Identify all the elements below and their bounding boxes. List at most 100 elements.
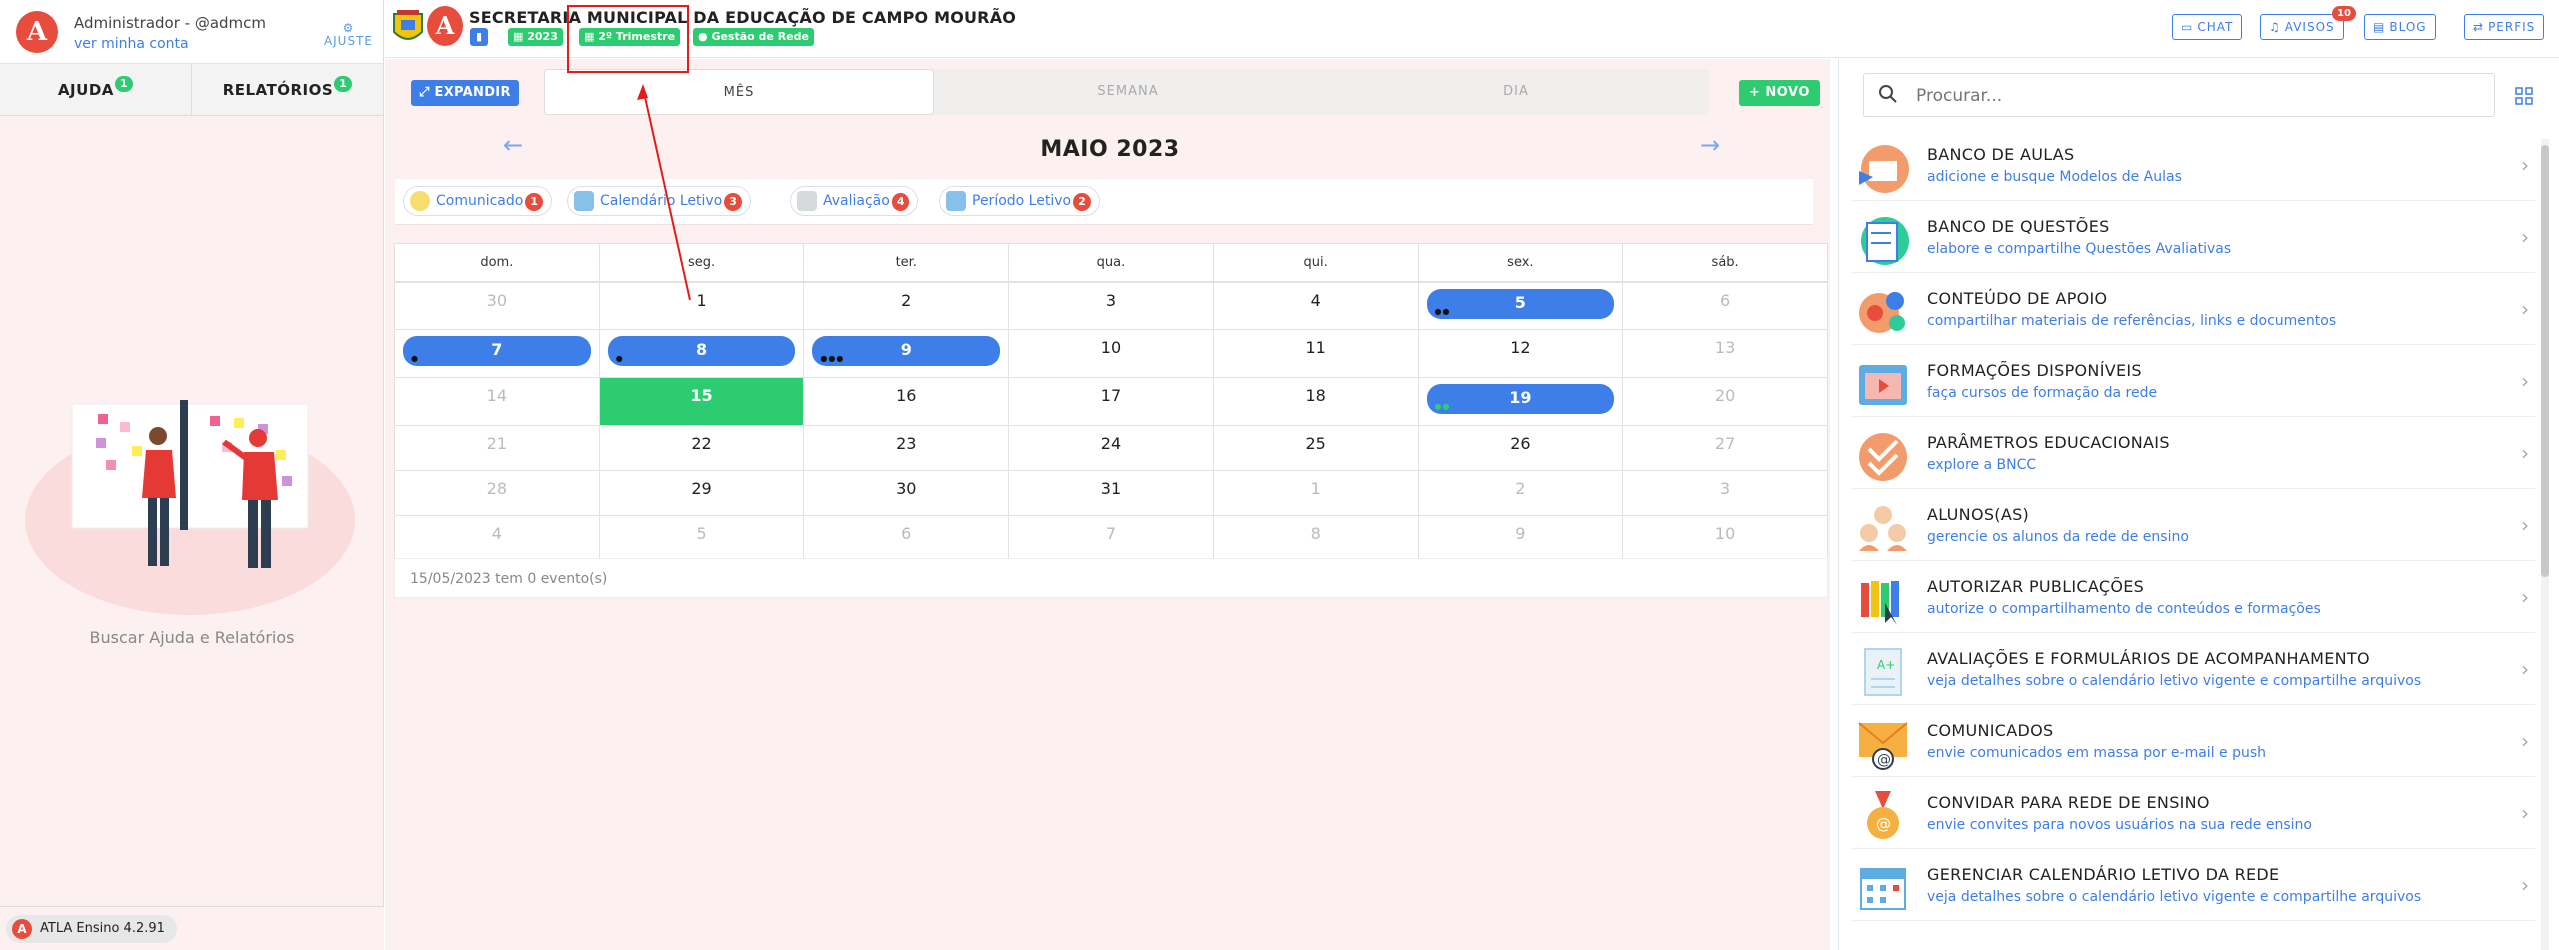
day-cell-event[interactable]: 9 ●●● (803, 329, 1010, 378)
day-cell[interactable]: 13 (1622, 329, 1828, 378)
menu-item-convidar[interactable]: @ CONVIDAR PARA REDE DE ENSINO envie con… (1851, 777, 2535, 849)
day-cell[interactable]: 2 (803, 281, 1010, 330)
day-cell[interactable]: 2 (1417, 470, 1624, 516)
my-account-link[interactable]: ver minha conta (74, 36, 189, 52)
day-cell[interactable]: 25 (1212, 425, 1419, 471)
search-box[interactable] (1863, 73, 2495, 117)
day-cell[interactable]: 4 (394, 515, 600, 561)
day-cell[interactable]: 10 (1008, 329, 1214, 378)
search-input[interactable] (1916, 82, 2476, 110)
tab-day[interactable]: DIA (1322, 69, 1710, 115)
bell-icon: ♫ (2269, 20, 2281, 34)
menu-item-calendario[interactable]: GERENCIAR CALENDÁRIO LETIVO DA REDE veja… (1851, 849, 2535, 921)
event-dots: ●●● (820, 354, 845, 363)
network-badge[interactable]: ● Gestão de Rede (693, 28, 814, 46)
grid-view-icon[interactable] (2515, 87, 2533, 105)
left-sidebar: A Administrador - @admcm ver minha conta… (0, 0, 384, 950)
event-pill[interactable]: 7 ● (403, 336, 591, 366)
day-cell-event[interactable]: 19 ●● (1417, 377, 1624, 426)
version-pill[interactable]: A ATLA Ensino 4.2.91 (6, 915, 177, 943)
day-cell[interactable]: 16 (803, 377, 1010, 426)
left-tabs: AJUDA 1 RELATÓRIOS 1 (0, 64, 383, 116)
day-cell[interactable]: 9 (1417, 515, 1624, 561)
menu-item-banco-aulas[interactable]: BANCO DE AULAS adicione e busque Modelos… (1851, 129, 2535, 201)
day-cell[interactable]: 21 (394, 425, 600, 471)
next-month-arrow-icon[interactable]: → (1700, 131, 1720, 159)
day-cell[interactable]: 3 (1622, 470, 1828, 516)
menu-item-alunos[interactable]: ALUNOS(AS) gerencie os alunos da rede de… (1851, 489, 2535, 561)
avisos-button[interactable]: ♫ AVISOS (2260, 14, 2344, 40)
day-cell[interactable]: 22 (598, 425, 805, 471)
perfis-label: PERFIS (2488, 20, 2536, 34)
settings-button[interactable]: ⚙ AJUSTE (324, 22, 373, 48)
day-cell-today[interactable]: 15 (598, 377, 805, 426)
new-event-button[interactable]: + NOVO (1739, 80, 1820, 106)
day-cell[interactable]: 6 (1622, 281, 1828, 330)
day-cell[interactable]: 6 (803, 515, 1010, 561)
event-pill[interactable]: 9 ●●● (812, 336, 1001, 366)
menu-subtitle: adicione e busque Modelos de Aulas (1927, 169, 2182, 185)
day-cell[interactable]: 3 (1008, 281, 1214, 330)
menu-item-conteudo-apoio[interactable]: CONTEÚDO DE APOIO compartilhar materiais… (1851, 273, 2535, 345)
day-cell[interactable]: 8 (1212, 515, 1419, 561)
blog-button[interactable]: ▤ BLOG (2364, 14, 2436, 40)
day-cell[interactable]: 29 (598, 470, 805, 516)
event-pill[interactable]: 8 ● (607, 336, 796, 366)
chevron-right-icon: › (2521, 585, 2529, 609)
day-cell[interactable]: 26 (1417, 425, 1624, 471)
day-cell[interactable]: 5 (598, 515, 805, 561)
menu-item-formacoes[interactable]: FORMAÇÕES DISPONÍVEIS faça cursos de for… (1851, 345, 2535, 417)
day-cell[interactable]: 30 (394, 281, 600, 330)
chat-button[interactable]: ▭ CHAT (2172, 14, 2243, 40)
filter-calendario-letivo[interactable]: Calendário Letivo 3 (567, 186, 751, 216)
week-row: 4 5 6 7 8 9 10 (394, 515, 1828, 561)
tab-week[interactable]: SEMANA (934, 69, 1322, 115)
event-pill[interactable]: 19 ●● (1426, 384, 1615, 414)
day-cell[interactable]: 24 (1008, 425, 1214, 471)
day-cell[interactable]: 30 (803, 470, 1010, 516)
day-cell[interactable]: 7 (1008, 515, 1214, 561)
day-cell[interactable]: 10 (1622, 515, 1828, 561)
version-bar: A ATLA Ensino 4.2.91 (0, 906, 384, 950)
parameters-icon (1859, 433, 1907, 481)
year-badge[interactable]: ▦ 2023 (508, 28, 563, 46)
perfis-button[interactable]: ⇄ PERFIS (2464, 14, 2545, 40)
filter-periodo-letivo[interactable]: Período Letivo 2 (939, 186, 1100, 216)
day-cell[interactable]: 12 (1417, 329, 1624, 378)
stats-badge[interactable]: ▮ (470, 28, 488, 46)
day-cell[interactable]: 11 (1212, 329, 1419, 378)
day-cell-event[interactable]: 8 ● (598, 329, 805, 378)
menu-item-parametros[interactable]: PARÂMETROS EDUCACIONAIS explore a BNCC › (1851, 417, 2535, 489)
day-cell-event[interactable]: 5 ●● (1417, 281, 1624, 330)
menu-item-banco-questoes[interactable]: BANCO DE QUESTÕES elabore e compartilhe … (1851, 201, 2535, 273)
menu-item-autorizar[interactable]: AUTORIZAR PUBLICAÇÕES autorize o compart… (1851, 561, 2535, 633)
menu-item-comunicados[interactable]: @ COMUNICADOS envie comunicados em massa… (1851, 705, 2535, 777)
filter-avaliacao-count: 4 (891, 193, 910, 211)
menu-subtitle: compartilhar materiais de referências, l… (1927, 313, 2337, 329)
menu-scrollbar[interactable] (2541, 139, 2549, 950)
day-cell[interactable]: 27 (1622, 425, 1828, 471)
tab-relatorios[interactable]: RELATÓRIOS 1 (191, 64, 383, 115)
event-pill[interactable]: 5 ●● (1426, 288, 1615, 319)
menu-item-avaliacoes[interactable]: A+ AVALIAÇÕES E FORMULÁRIOS DE ACOMPANHA… (1851, 633, 2535, 705)
expand-button[interactable]: ⤢ EXPANDIR (411, 80, 519, 106)
day-cell[interactable]: 14 (394, 377, 600, 426)
scrollbar-thumb[interactable] (2541, 145, 2549, 577)
filter-avaliacao[interactable]: Avaliação 4 (790, 186, 919, 216)
tab-ajuda[interactable]: AJUDA 1 (0, 64, 191, 115)
calendar-icon (1860, 868, 1906, 910)
day-cell[interactable]: 1 (1212, 470, 1419, 516)
tab-month[interactable]: MÊS (544, 69, 934, 115)
filter-comunicado[interactable]: Comunicado 1 (403, 186, 552, 216)
day-cell[interactable]: 17 (1008, 377, 1214, 426)
day-number: 9 (900, 340, 912, 359)
menu-subtitle: envie convites para novos usuários na su… (1927, 817, 2312, 833)
day-cell[interactable]: 1 (598, 281, 805, 330)
day-cell[interactable]: 4 (1212, 281, 1419, 330)
day-cell[interactable]: 23 (803, 425, 1010, 471)
day-cell[interactable]: 31 (1008, 470, 1214, 516)
day-cell[interactable]: 28 (394, 470, 600, 516)
day-cell[interactable]: 18 (1212, 377, 1419, 426)
day-cell-event[interactable]: 7 ● (394, 329, 600, 378)
day-cell[interactable]: 20 (1622, 377, 1828, 426)
